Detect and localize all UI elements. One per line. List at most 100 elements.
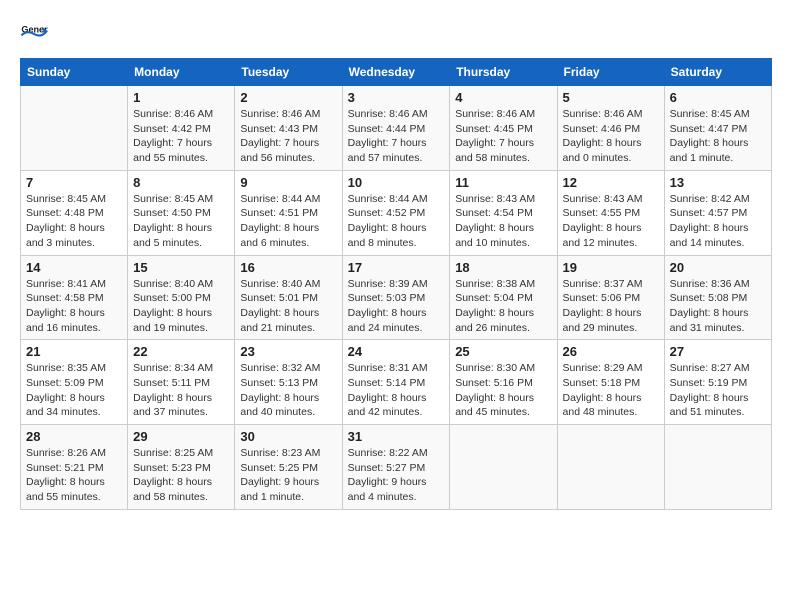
calendar-cell: 10 Sunrise: 8:44 AM Sunset: 4:52 PM Dayli… bbox=[342, 170, 450, 255]
day-number: 3 bbox=[348, 90, 445, 105]
day-number: 25 bbox=[455, 344, 551, 359]
day-detail: Sunrise: 8:45 AM Sunset: 4:48 PM Dayligh… bbox=[26, 192, 122, 251]
day-detail: Sunrise: 8:26 AM Sunset: 5:21 PM Dayligh… bbox=[26, 446, 122, 505]
day-detail: Sunrise: 8:41 AM Sunset: 4:58 PM Dayligh… bbox=[26, 277, 122, 336]
calendar-cell: 23 Sunrise: 8:32 AM Sunset: 5:13 PM Dayli… bbox=[235, 340, 342, 425]
calendar-week-3: 14 Sunrise: 8:41 AM Sunset: 4:58 PM Dayli… bbox=[21, 255, 772, 340]
day-detail: Sunrise: 8:46 AM Sunset: 4:44 PM Dayligh… bbox=[348, 107, 445, 166]
calendar-cell: 21 Sunrise: 8:35 AM Sunset: 5:09 PM Dayli… bbox=[21, 340, 128, 425]
day-detail: Sunrise: 8:46 AM Sunset: 4:45 PM Dayligh… bbox=[455, 107, 551, 166]
day-number: 28 bbox=[26, 429, 122, 444]
calendar-cell: 5Sunrise: 8:46 AM Sunset: 4:46 PM Daylig… bbox=[557, 86, 664, 171]
day-number: 10 bbox=[348, 175, 445, 190]
day-detail: Sunrise: 8:32 AM Sunset: 5:13 PM Dayligh… bbox=[240, 361, 336, 420]
day-number: 27 bbox=[670, 344, 766, 359]
day-number: 9 bbox=[240, 175, 336, 190]
calendar-cell bbox=[557, 425, 664, 510]
header-tuesday: Tuesday bbox=[235, 59, 342, 86]
calendar-cell: 22 Sunrise: 8:34 AM Sunset: 5:11 PM Dayli… bbox=[128, 340, 235, 425]
day-detail: Sunrise: 8:44 AM Sunset: 4:51 PM Dayligh… bbox=[240, 192, 336, 251]
day-number: 23 bbox=[240, 344, 336, 359]
day-number: 20 bbox=[670, 260, 766, 275]
calendar-table: SundayMondayTuesdayWednesdayThursdayFrid… bbox=[20, 58, 772, 510]
day-number: 2 bbox=[240, 90, 336, 105]
calendar-cell: 9 Sunrise: 8:44 AM Sunset: 4:51 PM Daylig… bbox=[235, 170, 342, 255]
day-detail: Sunrise: 8:35 AM Sunset: 5:09 PM Dayligh… bbox=[26, 361, 122, 420]
day-detail: Sunrise: 8:23 AM Sunset: 5:25 PM Dayligh… bbox=[240, 446, 336, 505]
calendar-cell bbox=[21, 86, 128, 171]
day-number: 15 bbox=[133, 260, 229, 275]
calendar-header-row: SundayMondayTuesdayWednesdayThursdayFrid… bbox=[21, 59, 772, 86]
header-thursday: Thursday bbox=[450, 59, 557, 86]
day-number: 30 bbox=[240, 429, 336, 444]
day-detail: Sunrise: 8:36 AM Sunset: 5:08 PM Dayligh… bbox=[670, 277, 766, 336]
day-number: 5 bbox=[563, 90, 659, 105]
calendar-week-2: 7 Sunrise: 8:45 AM Sunset: 4:48 PM Daylig… bbox=[21, 170, 772, 255]
calendar-cell: 11 Sunrise: 8:43 AM Sunset: 4:54 PM Dayli… bbox=[450, 170, 557, 255]
calendar-cell: 8Sunrise: 8:45 AM Sunset: 4:50 PM Daylig… bbox=[128, 170, 235, 255]
day-detail: Sunrise: 8:25 AM Sunset: 5:23 PM Dayligh… bbox=[133, 446, 229, 505]
day-number: 31 bbox=[348, 429, 445, 444]
day-number: 19 bbox=[563, 260, 659, 275]
day-detail: Sunrise: 8:30 AM Sunset: 5:16 PM Dayligh… bbox=[455, 361, 551, 420]
day-number: 21 bbox=[26, 344, 122, 359]
calendar-cell: 12Sunrise: 8:43 AM Sunset: 4:55 PM Dayli… bbox=[557, 170, 664, 255]
day-detail: Sunrise: 8:43 AM Sunset: 4:54 PM Dayligh… bbox=[455, 192, 551, 251]
day-number: 6 bbox=[670, 90, 766, 105]
day-number: 11 bbox=[455, 175, 551, 190]
day-number: 17 bbox=[348, 260, 445, 275]
header-saturday: Saturday bbox=[664, 59, 771, 86]
calendar-cell: 27 Sunrise: 8:27 AM Sunset: 5:19 PM Dayli… bbox=[664, 340, 771, 425]
day-number: 29 bbox=[133, 429, 229, 444]
day-number: 14 bbox=[26, 260, 122, 275]
calendar-cell bbox=[450, 425, 557, 510]
calendar-cell: 29 Sunrise: 8:25 AM Sunset: 5:23 PM Dayli… bbox=[128, 425, 235, 510]
header-sunday: Sunday bbox=[21, 59, 128, 86]
calendar-cell: 14 Sunrise: 8:41 AM Sunset: 4:58 PM Dayli… bbox=[21, 255, 128, 340]
calendar-cell: 3 Sunrise: 8:46 AM Sunset: 4:44 PM Daylig… bbox=[342, 86, 450, 171]
day-detail: Sunrise: 8:45 AM Sunset: 4:50 PM Dayligh… bbox=[133, 192, 229, 251]
calendar-cell: 24Sunrise: 8:31 AM Sunset: 5:14 PM Dayli… bbox=[342, 340, 450, 425]
calendar-cell: 31 Sunrise: 8:22 AM Sunset: 5:27 PM Dayli… bbox=[342, 425, 450, 510]
calendar-cell: 28 Sunrise: 8:26 AM Sunset: 5:21 PM Dayli… bbox=[21, 425, 128, 510]
calendar-cell: 6Sunrise: 8:45 AM Sunset: 4:47 PM Daylig… bbox=[664, 86, 771, 171]
calendar-cell: 2 Sunrise: 8:46 AM Sunset: 4:43 PM Daylig… bbox=[235, 86, 342, 171]
calendar-week-5: 28 Sunrise: 8:26 AM Sunset: 5:21 PM Dayli… bbox=[21, 425, 772, 510]
day-detail: Sunrise: 8:46 AM Sunset: 4:43 PM Dayligh… bbox=[240, 107, 336, 166]
day-detail: Sunrise: 8:34 AM Sunset: 5:11 PM Dayligh… bbox=[133, 361, 229, 420]
calendar-cell: 1Sunrise: 8:46 AM Sunset: 4:42 PM Daylig… bbox=[128, 86, 235, 171]
page-header: General bbox=[20, 20, 772, 48]
day-detail: Sunrise: 8:40 AM Sunset: 5:00 PM Dayligh… bbox=[133, 277, 229, 336]
day-detail: Sunrise: 8:40 AM Sunset: 5:01 PM Dayligh… bbox=[240, 277, 336, 336]
calendar-week-4: 21 Sunrise: 8:35 AM Sunset: 5:09 PM Dayli… bbox=[21, 340, 772, 425]
day-detail: Sunrise: 8:42 AM Sunset: 4:57 PM Dayligh… bbox=[670, 192, 766, 251]
day-detail: Sunrise: 8:27 AM Sunset: 5:19 PM Dayligh… bbox=[670, 361, 766, 420]
calendar-cell: 13 Sunrise: 8:42 AM Sunset: 4:57 PM Dayli… bbox=[664, 170, 771, 255]
calendar-week-1: 1Sunrise: 8:46 AM Sunset: 4:42 PM Daylig… bbox=[21, 86, 772, 171]
calendar-cell: 7 Sunrise: 8:45 AM Sunset: 4:48 PM Daylig… bbox=[21, 170, 128, 255]
day-number: 26 bbox=[563, 344, 659, 359]
calendar-cell bbox=[664, 425, 771, 510]
day-number: 12 bbox=[563, 175, 659, 190]
day-number: 24 bbox=[348, 344, 445, 359]
calendar-cell: 17 Sunrise: 8:39 AM Sunset: 5:03 PM Dayli… bbox=[342, 255, 450, 340]
day-number: 13 bbox=[670, 175, 766, 190]
calendar-cell: 19 Sunrise: 8:37 AM Sunset: 5:06 PM Dayli… bbox=[557, 255, 664, 340]
header-monday: Monday bbox=[128, 59, 235, 86]
day-number: 22 bbox=[133, 344, 229, 359]
day-number: 16 bbox=[240, 260, 336, 275]
header-friday: Friday bbox=[557, 59, 664, 86]
calendar-cell: 18Sunrise: 8:38 AM Sunset: 5:04 PM Dayli… bbox=[450, 255, 557, 340]
day-number: 18 bbox=[455, 260, 551, 275]
day-detail: Sunrise: 8:39 AM Sunset: 5:03 PM Dayligh… bbox=[348, 277, 445, 336]
calendar-cell: 20 Sunrise: 8:36 AM Sunset: 5:08 PM Dayli… bbox=[664, 255, 771, 340]
calendar-cell: 30 Sunrise: 8:23 AM Sunset: 5:25 PM Dayli… bbox=[235, 425, 342, 510]
day-number: 4 bbox=[455, 90, 551, 105]
day-detail: Sunrise: 8:37 AM Sunset: 5:06 PM Dayligh… bbox=[563, 277, 659, 336]
day-number: 7 bbox=[26, 175, 122, 190]
day-detail: Sunrise: 8:46 AM Sunset: 4:42 PM Dayligh… bbox=[133, 107, 229, 166]
header-wednesday: Wednesday bbox=[342, 59, 450, 86]
day-detail: Sunrise: 8:44 AM Sunset: 4:52 PM Dayligh… bbox=[348, 192, 445, 251]
day-detail: Sunrise: 8:29 AM Sunset: 5:18 PM Dayligh… bbox=[563, 361, 659, 420]
day-detail: Sunrise: 8:22 AM Sunset: 5:27 PM Dayligh… bbox=[348, 446, 445, 505]
